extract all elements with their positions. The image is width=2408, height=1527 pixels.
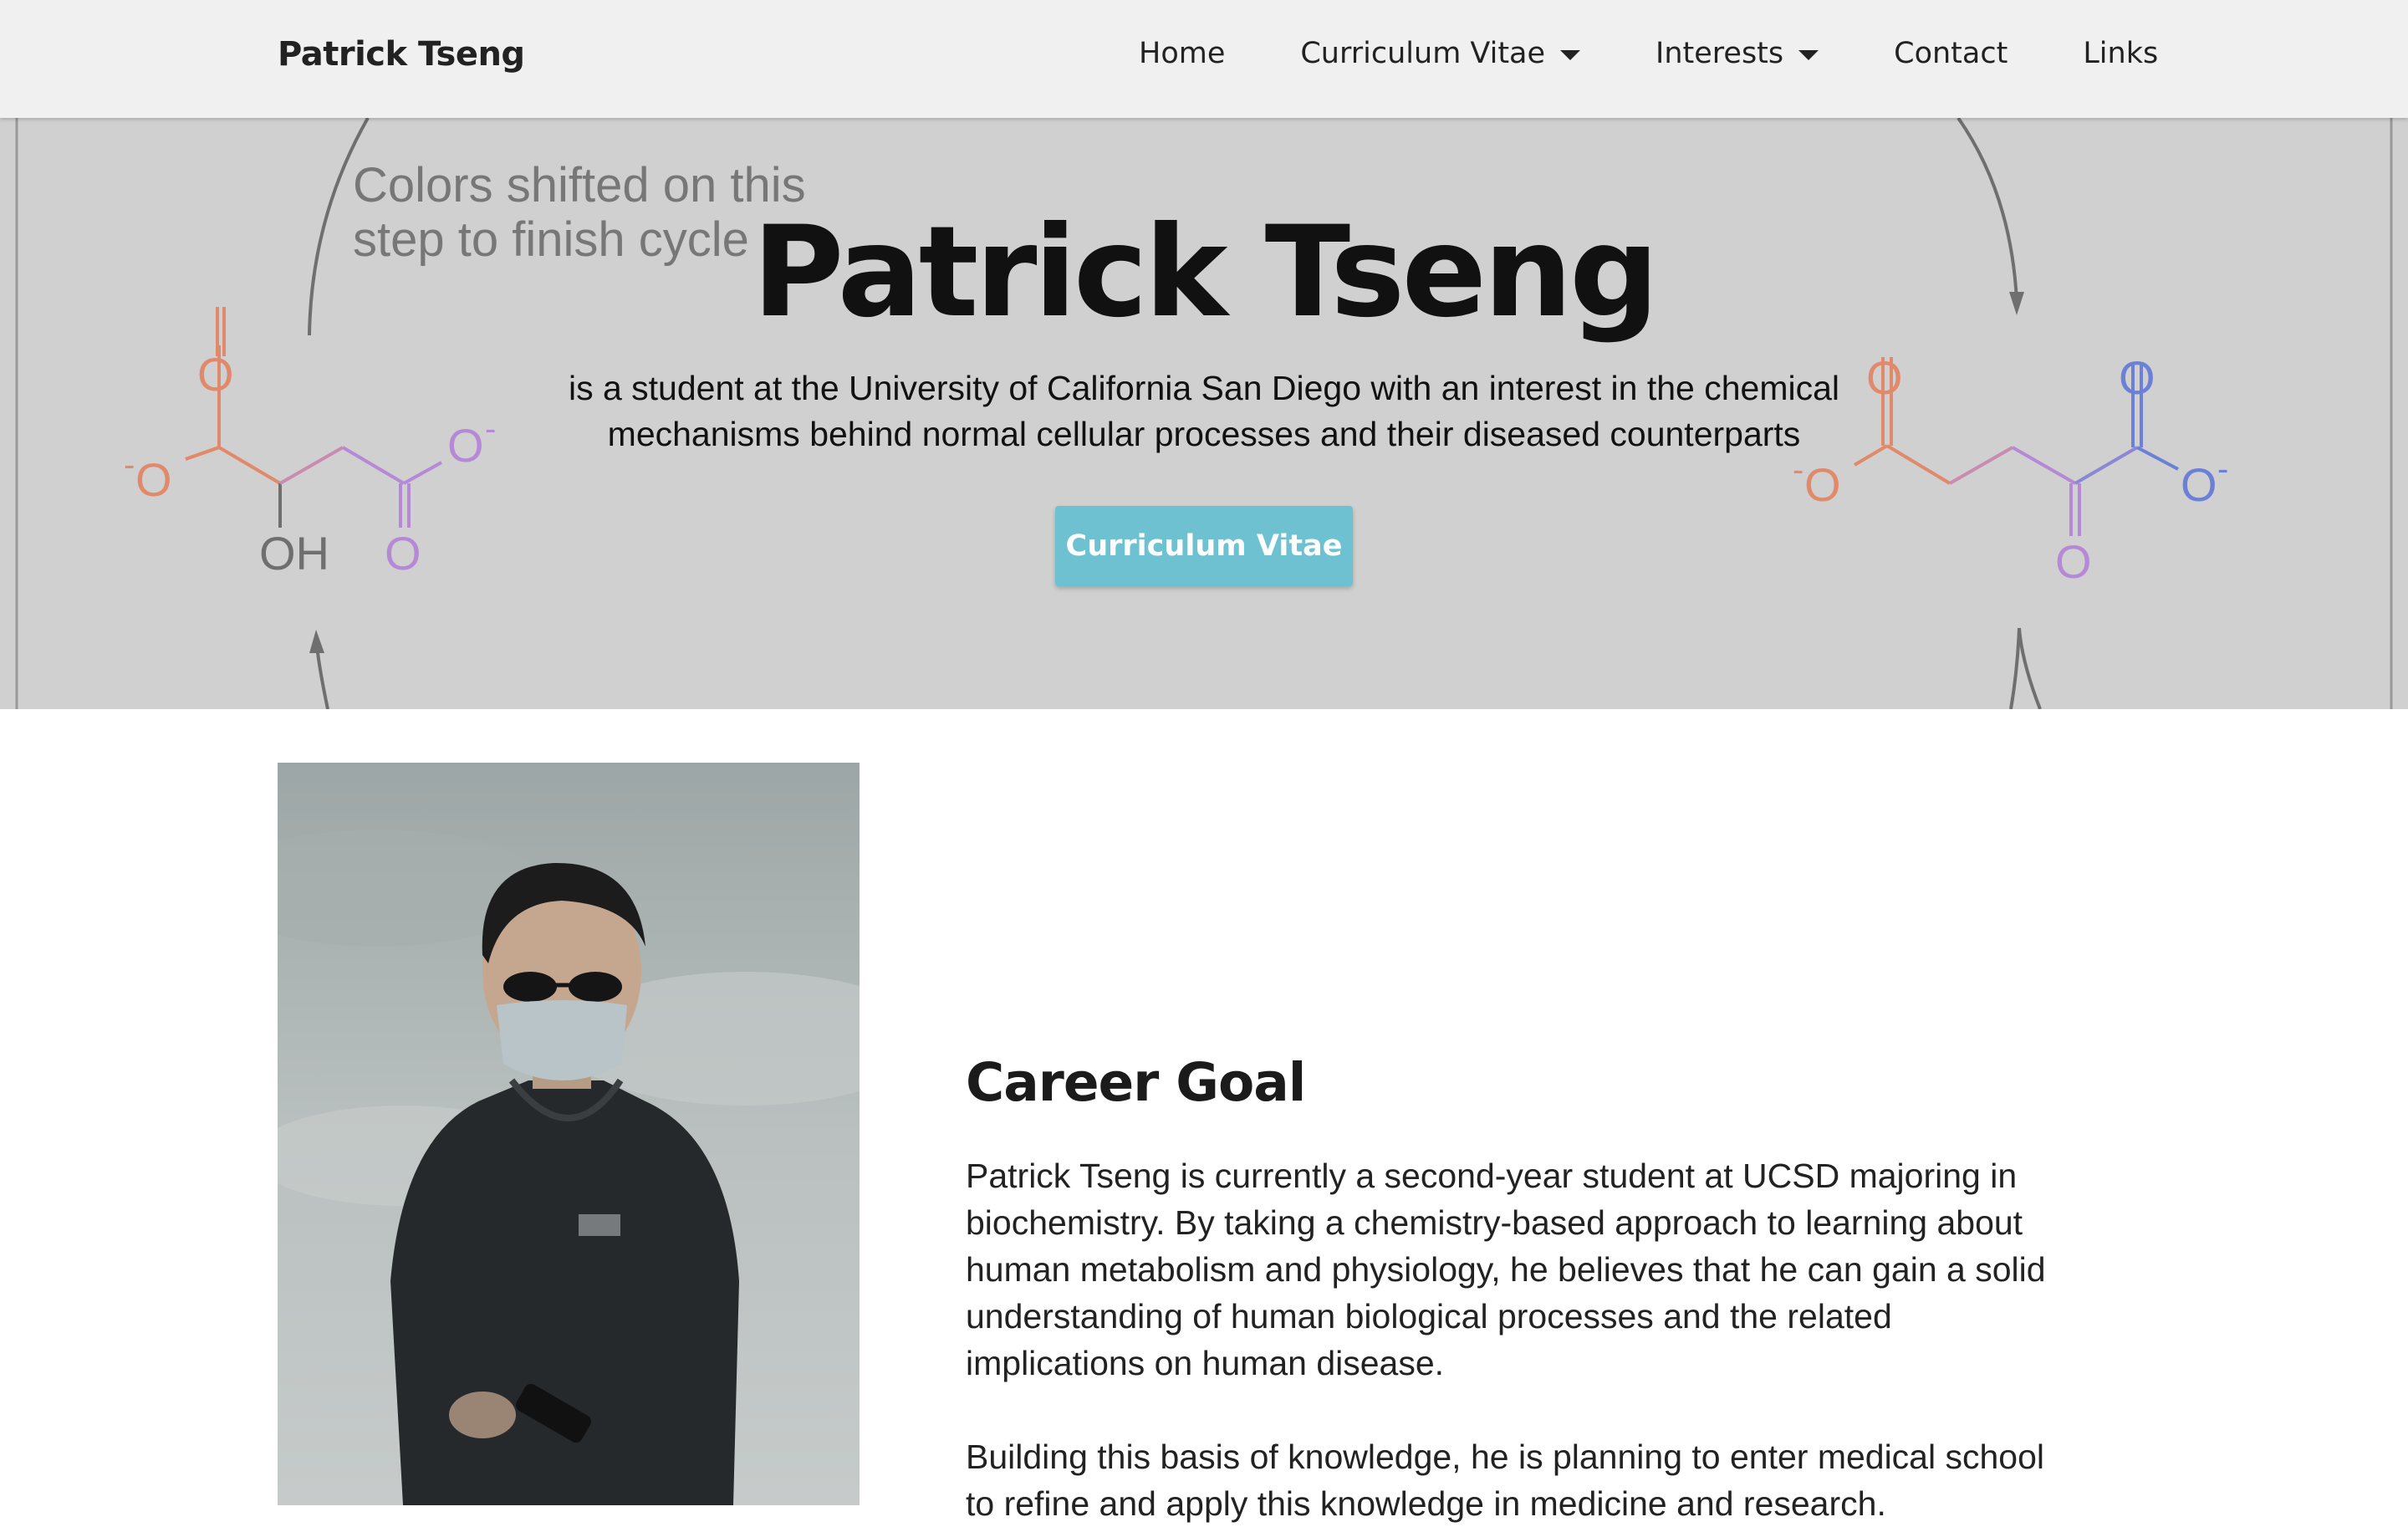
atom-label: O — [2119, 351, 2155, 404]
nav-menu: Home Curriculum Vitae Interests Contact … — [1139, 37, 2158, 70]
charge-label: - — [2217, 451, 2228, 488]
arrowhead-icon — [309, 630, 324, 653]
nav-item-contact[interactable]: Contact — [1894, 37, 2008, 70]
nav-item-curriculum-vitae[interactable]: Curriculum Vitae — [1300, 37, 1581, 70]
atom-label: O — [2181, 458, 2217, 511]
nav-item-interests[interactable]: Interests — [1656, 37, 1819, 70]
nav-item-label: Links — [2083, 37, 2159, 70]
top-navbar: Patrick Tseng Home Curriculum Vitae Inte… — [0, 0, 2408, 118]
nav-item-links[interactable]: Links — [2083, 37, 2158, 70]
hero-subtitle: is a student at the University of Califo… — [568, 369, 1840, 453]
atom-label: OH — [259, 527, 329, 580]
atom-label: O — [385, 527, 421, 580]
curriculum-vitae-button[interactable]: Curriculum Vitae — [1055, 506, 1353, 586]
nav-item-home[interactable]: Home — [1139, 37, 1225, 70]
career-paragraph: Patrick Tseng is currently a second-year… — [966, 1157, 2046, 1382]
nav-item-label: Curriculum Vitae — [1300, 37, 1546, 70]
malate-molecule — [185, 307, 442, 528]
hero-title: Patrick Tseng — [752, 200, 1660, 345]
nav-item-label: Interests — [1656, 37, 1784, 70]
charge-label: - — [485, 411, 496, 447]
cycle-arrow — [2018, 627, 2042, 709]
caret-down-icon — [1560, 50, 1581, 60]
nav-item-label: Home — [1139, 37, 1226, 70]
career-paragraph: Building this basis of knowledge, he is … — [966, 1438, 2044, 1523]
profile-photo — [278, 763, 860, 1505]
career-goal-heading: Career Goal — [966, 1052, 1306, 1113]
atom-label: O — [135, 453, 172, 506]
site-brand[interactable]: Patrick Tseng — [278, 35, 525, 74]
nav-item-label: Contact — [1894, 37, 2008, 70]
atom-label: O — [2055, 535, 2092, 588]
hero-banner: Colors shifted on this step to finish cy… — [0, 118, 2408, 709]
atom-label: O — [447, 419, 484, 472]
atom-label: O — [197, 348, 234, 401]
person-illustration — [278, 763, 860, 1505]
caret-down-icon — [1798, 50, 1819, 60]
charge-label: - — [124, 447, 135, 483]
atom-label: O — [1804, 458, 1841, 511]
background-note-line1: Colors shifted on this — [353, 158, 806, 212]
